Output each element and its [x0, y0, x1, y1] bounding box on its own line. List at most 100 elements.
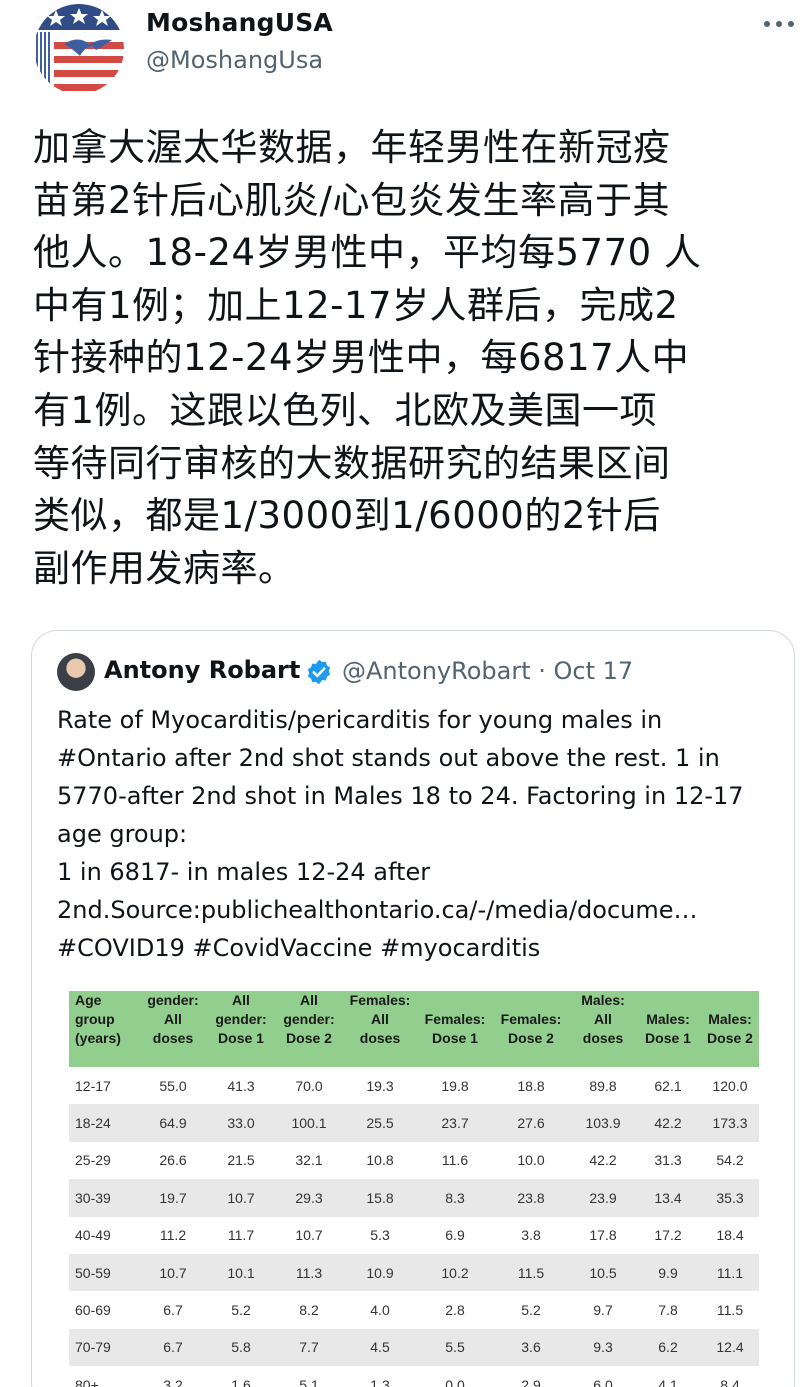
table-header-cell: Males: All doses — [569, 991, 637, 1067]
rate-cell: 6.7 — [139, 1328, 207, 1367]
table-row: 80+ 3.2 1.6 5.1 1.3 0.0 2.9 6.0 4.1 8.4 — [69, 1366, 759, 1387]
rate-cell: 70.0 — [295, 1077, 323, 1094]
quoted-handle-date: @AntonyRobart · Oct 17 — [342, 657, 634, 685]
rate-cell: 6.9 — [445, 1227, 465, 1244]
rate-cell: 8.2 — [299, 1302, 319, 1319]
rate-cell: 42.2 — [637, 1104, 699, 1142]
quoted-tweet-card[interactable]: Antony Robart @AntonyRobart · Oct 17 Rat… — [31, 630, 795, 1387]
rate-cell: 23.8 — [493, 1179, 569, 1217]
rate-cell: 6.2 — [637, 1328, 699, 1367]
age-group-cell: 70-79 — [69, 1328, 139, 1367]
rate-cell: 4.5 — [343, 1328, 417, 1367]
rate-cell: 32.1 — [295, 1152, 323, 1169]
table-header-text: Females: — [349, 991, 411, 1008]
rate-cell: 2.9 — [521, 1376, 541, 1387]
table-header-text: Males: — [708, 1011, 752, 1027]
quoted-tweet-text: Rate of Myocarditis/pericarditis for you… — [57, 701, 777, 967]
table-header-text: Dose 2 — [508, 1030, 554, 1046]
table-header-text: All — [594, 1010, 612, 1027]
rate-cell: 7.7 — [275, 1328, 343, 1367]
tweet-text-line: 等待同行审核的大数据研究的结果区间 — [33, 441, 671, 485]
quoted-author-avatar[interactable] — [57, 653, 95, 691]
quoted-text-line: 5770-after 2nd shot in Males 18 to 24. F… — [57, 782, 744, 810]
table-header-cell: Females: Dose 1 — [417, 991, 493, 1067]
rate-cell: 11.2 — [159, 1227, 187, 1244]
rate-cell: 3.6 — [493, 1328, 569, 1367]
rate-cell: 19.7 — [139, 1179, 207, 1217]
rate-cell: 10.7 — [207, 1179, 275, 1217]
table-header-text: (years) — [75, 1029, 121, 1046]
rate-cell: 0.0 — [445, 1376, 465, 1387]
rate-cell: 26.6 — [159, 1152, 187, 1169]
rate-cell: 17.2 — [654, 1227, 682, 1244]
rate-cell: 11.6 — [441, 1152, 469, 1169]
rate-cell: 10.0 — [517, 1152, 545, 1169]
table-header-text: gender: — [283, 1010, 335, 1027]
table-header-text: Dose 1 — [432, 1030, 478, 1046]
author-display-name[interactable]: MoshangUSA — [146, 8, 333, 37]
author-handle[interactable]: @MoshangUsa — [146, 46, 323, 74]
rate-cell: 6.0 — [593, 1376, 613, 1387]
quoted-text-line: 2nd.Source:publichealthontario.ca/-/medi… — [57, 896, 698, 924]
rate-cell: 5.3 — [370, 1227, 390, 1244]
rate-cell: 3.8 — [521, 1227, 541, 1244]
rate-cell: 89.8 — [589, 1077, 617, 1094]
table-header-text: doses — [359, 1029, 401, 1046]
table-header-text: group — [75, 1010, 115, 1027]
table-header-text: gender: — [147, 991, 199, 1008]
table-header-text: Females: — [500, 1011, 562, 1027]
rate-cell: 11.3 — [275, 1253, 343, 1292]
table-row: 70-79 6.7 5.8 7.7 4.5 5.5 3.6 9.3 6.2 12.4 — [69, 1328, 759, 1367]
rate-cell: 11.1 — [699, 1253, 759, 1292]
rate-cell: 11.7 — [227, 1227, 255, 1244]
age-group-cell: 40-49 — [75, 1227, 111, 1244]
rate-cell: 18.8 — [517, 1077, 545, 1094]
rate-cell: 10.8 — [366, 1152, 394, 1169]
rate-cell: 2.8 — [445, 1302, 465, 1319]
quoted-text-line: #COVID19 #CovidVaccine #myocarditis — [57, 934, 541, 962]
rate-cell: 18.4 — [716, 1227, 744, 1244]
table-header-text: Males: — [581, 991, 625, 1008]
table-header-row: Age group (years) gender: All doses All gender:… — [69, 991, 759, 1067]
rate-cell: 9.9 — [637, 1253, 699, 1292]
rate-cell: 7.8 — [658, 1302, 678, 1319]
rate-cell: 5.2 — [231, 1302, 251, 1319]
tweet-text: 加拿大渥太华数据，年轻男性在新冠疫 苗第2针后心肌炎/心包炎发生率高于其 他人。… — [33, 122, 803, 595]
rate-cell: 4.0 — [370, 1302, 390, 1319]
rate-cell: 10.2 — [417, 1253, 493, 1292]
tweet-text-line: 苗第2针后心肌炎/心包炎发生率高于其 — [33, 178, 671, 222]
myocarditis-rate-table: Age group (years) gender: All doses All gender:… — [69, 991, 759, 1387]
rate-cell: 41.3 — [227, 1077, 255, 1094]
rate-cell: 19.8 — [441, 1077, 469, 1094]
rate-cell: 10.9 — [343, 1253, 417, 1292]
table-header-cell: Females: Dose 2 — [493, 991, 569, 1067]
rate-cell: 9.7 — [593, 1302, 613, 1319]
table-header-text: All — [300, 991, 318, 1008]
rate-cell: 31.3 — [654, 1152, 682, 1169]
author-avatar[interactable] — [34, 4, 124, 94]
table-header-text: Age — [75, 991, 102, 1008]
table-header-text: Dose 2 — [707, 1030, 753, 1046]
rate-cell: 5.2 — [521, 1302, 541, 1319]
quoted-author-name[interactable]: Antony Robart — [104, 656, 300, 684]
more-options-icon[interactable] — [762, 14, 796, 34]
rate-cell: 42.2 — [589, 1152, 617, 1169]
us-flag-dove-icon — [34, 4, 124, 94]
table-header-text: gender: — [215, 1010, 267, 1027]
rate-cell: 29.3 — [275, 1179, 343, 1217]
rate-cell: 10.1 — [207, 1253, 275, 1292]
tweet-text-line: 他人。18-24岁男性中，平均每5770 人 — [33, 231, 702, 275]
age-group-cell: 25-29 — [75, 1152, 111, 1169]
quoted-media-table-image[interactable]: Age group (years) gender: All doses All gender:… — [69, 991, 759, 1387]
rate-cell: 103.9 — [569, 1104, 637, 1142]
table-header-text: doses — [152, 1029, 194, 1046]
rate-cell: 9.3 — [569, 1328, 637, 1367]
quoted-text-line: age group: — [57, 820, 188, 848]
rate-cell: 1.6 — [231, 1376, 251, 1387]
table-row: 18-24 64.9 33.0 100.1 25.5 23.7 27.6 103.9 42.2 1… — [69, 1104, 759, 1142]
rate-cell: 100.1 — [275, 1104, 343, 1142]
verified-badge-icon — [307, 659, 331, 685]
rate-cell: 5.8 — [207, 1328, 275, 1367]
rate-cell: 19.3 — [366, 1077, 394, 1094]
table-header-text: Dose 1 — [218, 1029, 264, 1046]
